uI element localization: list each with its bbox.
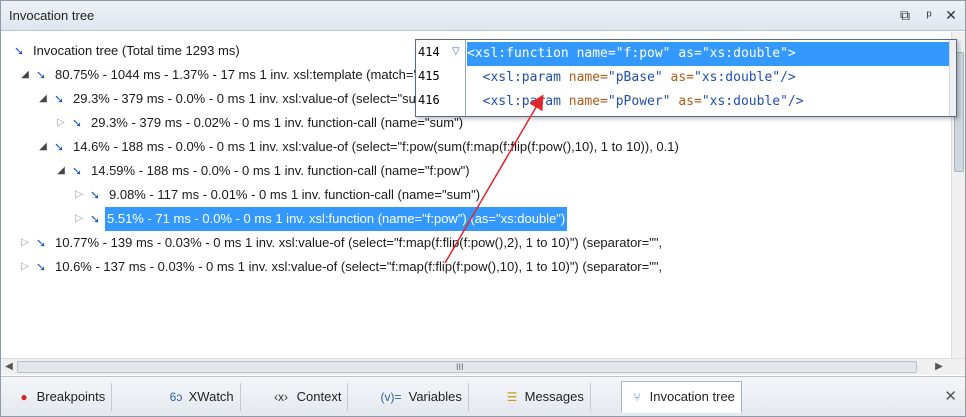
tree-row-label: 80.75% - 1044 ms - 1.37% - 17 ms 1 inv. … xyxy=(55,67,431,82)
tab-label: XWatch xyxy=(188,389,234,404)
horizontal-scroll-thumb[interactable]: III xyxy=(17,361,917,373)
popup-scrollbar[interactable] xyxy=(949,40,956,116)
collapsed-toggle-icon[interactable]: ▷ xyxy=(73,207,85,231)
invocation-node-icon: ➘ xyxy=(53,92,65,106)
line-number: 414 xyxy=(418,45,440,59)
tree-row-label: 10.77% - 139 ms - 0.03% - 0 ms 1 inv. xs… xyxy=(55,235,663,250)
code-line: <xsl:param name="pBase" as="xs:double"/> xyxy=(467,70,796,85)
tab-label: Context xyxy=(296,389,342,404)
tab-label: Breakpoints xyxy=(36,389,106,404)
collapsed-toggle-icon[interactable]: ▷ xyxy=(55,111,67,135)
scroll-left-icon[interactable]: ◀ xyxy=(1,359,17,375)
expand-toggle-icon[interactable]: ◢ xyxy=(19,63,31,87)
horizontal-scrollbar[interactable]: ◀ III ▶ xyxy=(1,358,965,375)
invocation-node-icon: ➘ xyxy=(71,164,83,178)
xwatch-icon: 6ↄ xyxy=(169,390,183,404)
invocation-node-icon: ➘ xyxy=(35,236,47,250)
tab-variables[interactable]: (v)= Variables xyxy=(371,383,469,411)
tree-row-label: 10.6% - 137 ms - 0.03% - 0 ms 1 inv. xsl… xyxy=(55,259,663,274)
invocation-node-icon: ➘ xyxy=(35,260,47,274)
panel-titlebar: Invocation tree ⧉ ᵖ ✕ xyxy=(1,1,965,31)
fold-toggle-icon[interactable]: ▽ xyxy=(452,40,460,64)
tree-row-label: 5.51% - 71 ms - 0.0% - 0 ms 1 inv. xsl:f… xyxy=(105,207,568,231)
pin-icon[interactable]: ᵖ xyxy=(919,5,939,25)
tab-label: Messages xyxy=(524,389,584,404)
tab-context[interactable]: ‹x› Context xyxy=(263,383,349,411)
line-number: 415 xyxy=(418,69,440,83)
tab-breakpoints[interactable]: ● Breakpoints xyxy=(9,383,113,411)
context-icon: ‹x› xyxy=(274,390,288,404)
expand-toggle-icon[interactable]: ◢ xyxy=(37,87,49,111)
invocation-node-icon: ➘ xyxy=(89,212,101,226)
tree-row-label: Invocation tree (Total time 1293 ms) xyxy=(33,43,240,58)
restore-icon[interactable]: ⧉ xyxy=(895,5,915,25)
invocation-tree-panel: Invocation tree ⧉ ᵖ ✕ ➘ Invocation tree … xyxy=(0,0,966,417)
tab-label: Variables xyxy=(408,389,462,404)
messages-icon: ☰ xyxy=(506,390,518,404)
bottom-tab-bar: ● Breakpoints 6ↄ XWatch ‹x› Context (v)=… xyxy=(1,376,965,416)
scroll-right-icon[interactable]: ▶ xyxy=(931,359,947,375)
tab-xwatch[interactable]: 6ↄ XWatch xyxy=(161,383,241,411)
code-line-highlighted: <xsl:function name="f:pow" as="xs:double… xyxy=(467,42,949,66)
line-number: 416 xyxy=(418,93,440,107)
invocation-node-icon: ➘ xyxy=(35,68,47,82)
tab-messages[interactable]: ☰ Messages xyxy=(497,383,591,411)
tree-row-label: 9.08% - 117 ms - 0.01% - 0 ms 1 inv. fun… xyxy=(109,187,481,202)
collapsed-toggle-icon[interactable]: ▷ xyxy=(73,183,85,207)
scroll-grip: III xyxy=(456,362,464,372)
invocation-node-icon: ➘ xyxy=(13,44,25,58)
expand-toggle-icon[interactable]: ◢ xyxy=(55,159,67,183)
close-icon[interactable]: ✕ xyxy=(941,5,961,25)
tree-row-label: 14.59% - 188 ms - 0.0% - 0 ms 1 inv. fun… xyxy=(91,163,470,178)
code-line: <xsl:param name="pPower" as="xs:double"/… xyxy=(467,94,804,109)
invocation-node-icon: ➘ xyxy=(53,140,65,154)
tree-row-label: 14.6% - 188 ms - 0.0% - 0 ms 1 inv. xsl:… xyxy=(73,139,679,154)
invocation-node-icon: ➘ xyxy=(89,188,101,202)
tab-label: Invocation tree xyxy=(649,389,735,404)
invocation-tree-icon: ⑂ xyxy=(633,390,641,404)
close-icon[interactable]: ✕ xyxy=(944,387,957,405)
collapsed-toggle-icon[interactable]: ▷ xyxy=(19,255,31,279)
source-preview-popup: 414 ▽ 415 416 <xsl:function name="f:pow"… xyxy=(415,39,957,117)
collapsed-toggle-icon[interactable]: ▷ xyxy=(19,231,31,255)
line-number-gutter: 414 ▽ 415 416 xyxy=(416,40,466,116)
tree-row-label: 29.3% - 379 ms - 0.02% - 0 ms 1 inv. fun… xyxy=(91,115,464,130)
invocation-node-icon: ➘ xyxy=(71,116,83,130)
tab-invocation-tree[interactable]: ⑂ Invocation tree xyxy=(621,381,742,413)
variables-icon: (v)= xyxy=(380,390,402,404)
panel-title: Invocation tree xyxy=(9,8,95,23)
breakpoints-icon: ● xyxy=(20,390,28,404)
expand-toggle-icon[interactable]: ◢ xyxy=(37,135,49,159)
